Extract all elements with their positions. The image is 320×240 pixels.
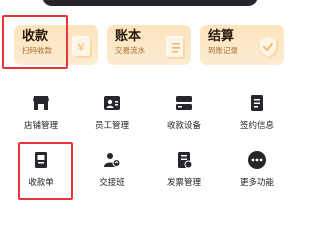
device-icon — [174, 93, 194, 113]
card-title: 结算 — [208, 29, 235, 44]
grid-item-label: 收款设备 — [166, 121, 201, 131]
highlight-box-collect — [2, 15, 68, 69]
grid-item-payment-device[interactable]: 收款设备 — [159, 93, 209, 133]
grid-item-label: 更多功能 — [239, 178, 274, 188]
grid-item-shift-handover[interactable]: 交接班 — [87, 150, 137, 190]
receipt-icon — [31, 150, 51, 170]
grid-item-invoice-management[interactable]: 发票管理 — [159, 150, 209, 190]
shift-handover-icon — [102, 150, 122, 170]
employee-card-icon — [102, 93, 122, 113]
grid-item-label: 店铺管理 — [23, 121, 58, 131]
card-subtitle: 交易流水 — [115, 46, 145, 55]
checkmark-shield-icon — [257, 35, 281, 61]
ledger-icon — [164, 35, 188, 61]
grid-item-more-features[interactable]: 更多功能 — [232, 150, 282, 190]
grid-item-label: 发票管理 — [166, 178, 201, 188]
yuan-coin-icon: ¥ — [71, 35, 95, 61]
more-icon — [247, 150, 267, 170]
grid-item-employee-management[interactable]: 员工管理 — [87, 93, 137, 133]
grid-item-label: 签约信息 — [239, 121, 274, 131]
ledger-card[interactable]: 账本 交易流水 — [107, 25, 191, 65]
contract-doc-icon — [247, 93, 267, 113]
grid-item-contract-info[interactable]: 签约信息 — [232, 93, 282, 133]
header-dark-bar — [42, 0, 258, 6]
top-status-bar — [0, 0, 300, 8]
grid-item-label: 收款单 — [28, 178, 54, 188]
card-title: 账本 — [115, 29, 142, 44]
svg-text:¥: ¥ — [78, 41, 85, 54]
grid-item-receipt[interactable]: 收款单 — [16, 150, 66, 190]
grid-item-label: 交接班 — [99, 178, 125, 188]
grid-item-store-management[interactable]: 店铺管理 — [16, 93, 66, 133]
invoice-icon — [174, 150, 194, 170]
grid-item-label: 员工管理 — [94, 121, 129, 131]
store-icon — [31, 93, 51, 113]
settlement-card[interactable]: 结算 到账记录 — [200, 25, 284, 65]
card-subtitle: 到账记录 — [208, 46, 238, 55]
